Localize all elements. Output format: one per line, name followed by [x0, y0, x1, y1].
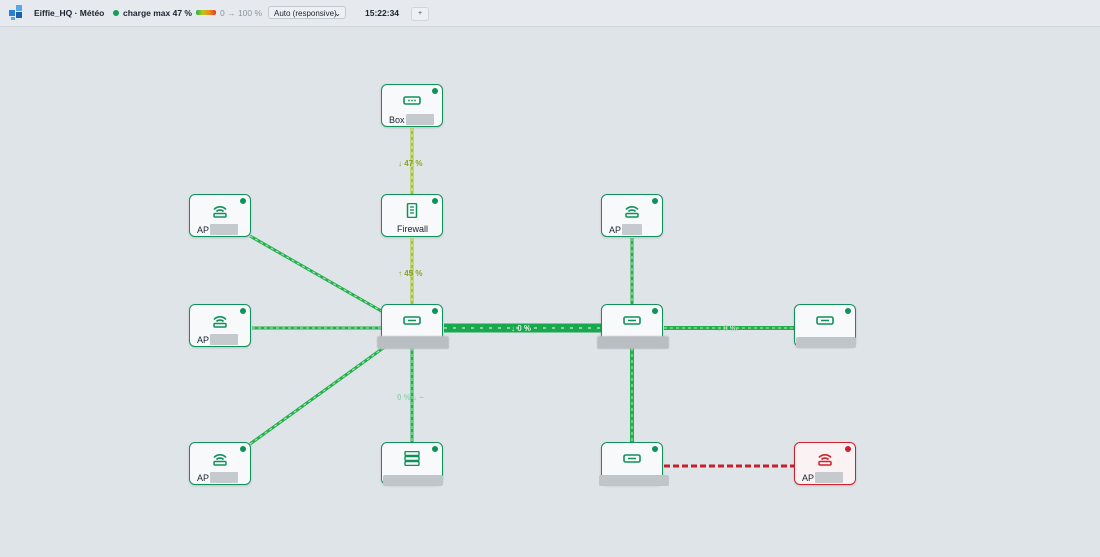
switch-icon	[816, 316, 834, 325]
link-label-core-switch2: ↓ 0 %	[511, 324, 531, 333]
node-firewall[interactable]: Firewall	[381, 194, 443, 237]
node-switch-2[interactable]	[597, 304, 669, 349]
status-dot-icon	[240, 198, 246, 204]
status-dot-icon	[845, 446, 851, 452]
server-icon	[404, 451, 420, 466]
switch-icon	[623, 316, 641, 325]
redacted-label	[377, 336, 449, 349]
node-label: AP	[802, 473, 815, 483]
status-dot-icon	[845, 308, 851, 314]
status-dot-icon	[652, 198, 658, 204]
node-label: Box	[389, 115, 405, 125]
status-dot-icon	[432, 446, 438, 452]
wifi-ap-icon	[625, 205, 639, 218]
wifi-ap-icon	[213, 315, 227, 328]
redacted-label	[383, 475, 443, 486]
wifi-ap-icon	[213, 205, 227, 218]
link-label-switch2-switch3: ↓ 0 %	[717, 324, 737, 333]
link-label-core-server: 0 % ↓ ~	[397, 393, 424, 402]
wifi-ap-icon	[818, 453, 832, 466]
redacted-label	[796, 337, 856, 348]
status-dot-icon	[652, 446, 658, 452]
link-label-box-firewall: ↓ 47 %	[398, 159, 422, 168]
firewall-icon	[406, 203, 418, 218]
node-label: AP	[197, 473, 210, 483]
redacted-label	[597, 336, 669, 349]
node-switch-4[interactable]	[599, 442, 669, 486]
redacted-label	[599, 475, 669, 486]
switch-icon	[403, 316, 421, 325]
wifi-ap-icon	[213, 453, 227, 466]
status-dot-icon	[432, 88, 438, 94]
status-dot-icon	[432, 198, 438, 204]
status-dot-icon	[652, 308, 658, 314]
node-label: AP	[609, 225, 622, 235]
node-label: AP	[197, 335, 210, 345]
node-box[interactable]: Box	[381, 84, 443, 127]
link-ap1-core[interactable]	[249, 234, 384, 314]
switch-icon	[623, 454, 641, 463]
node-switch-3[interactable]	[794, 304, 856, 348]
network-links: ↓ 47 % ↑ 45 % ↓ 0 % ↓ 0 % 0 % ↓ ~	[249, 128, 795, 468]
node-ap2[interactable]: AP	[189, 304, 251, 347]
box-device-icon	[403, 96, 421, 105]
status-dot-icon	[240, 308, 246, 314]
status-dot-icon	[432, 308, 438, 314]
node-label: AP	[197, 225, 210, 235]
node-server[interactable]	[381, 442, 443, 486]
status-dot-icon	[240, 446, 246, 452]
node-ap5[interactable]: AP	[794, 442, 856, 485]
node-ap3[interactable]: AP	[189, 442, 251, 485]
link-label-firewall-core: ↑ 45 %	[398, 269, 422, 278]
node-switch-core[interactable]	[377, 304, 449, 349]
node-ap1[interactable]: AP	[189, 194, 251, 237]
node-label: Firewall	[397, 224, 429, 234]
node-ap4[interactable]: AP	[601, 194, 663, 237]
